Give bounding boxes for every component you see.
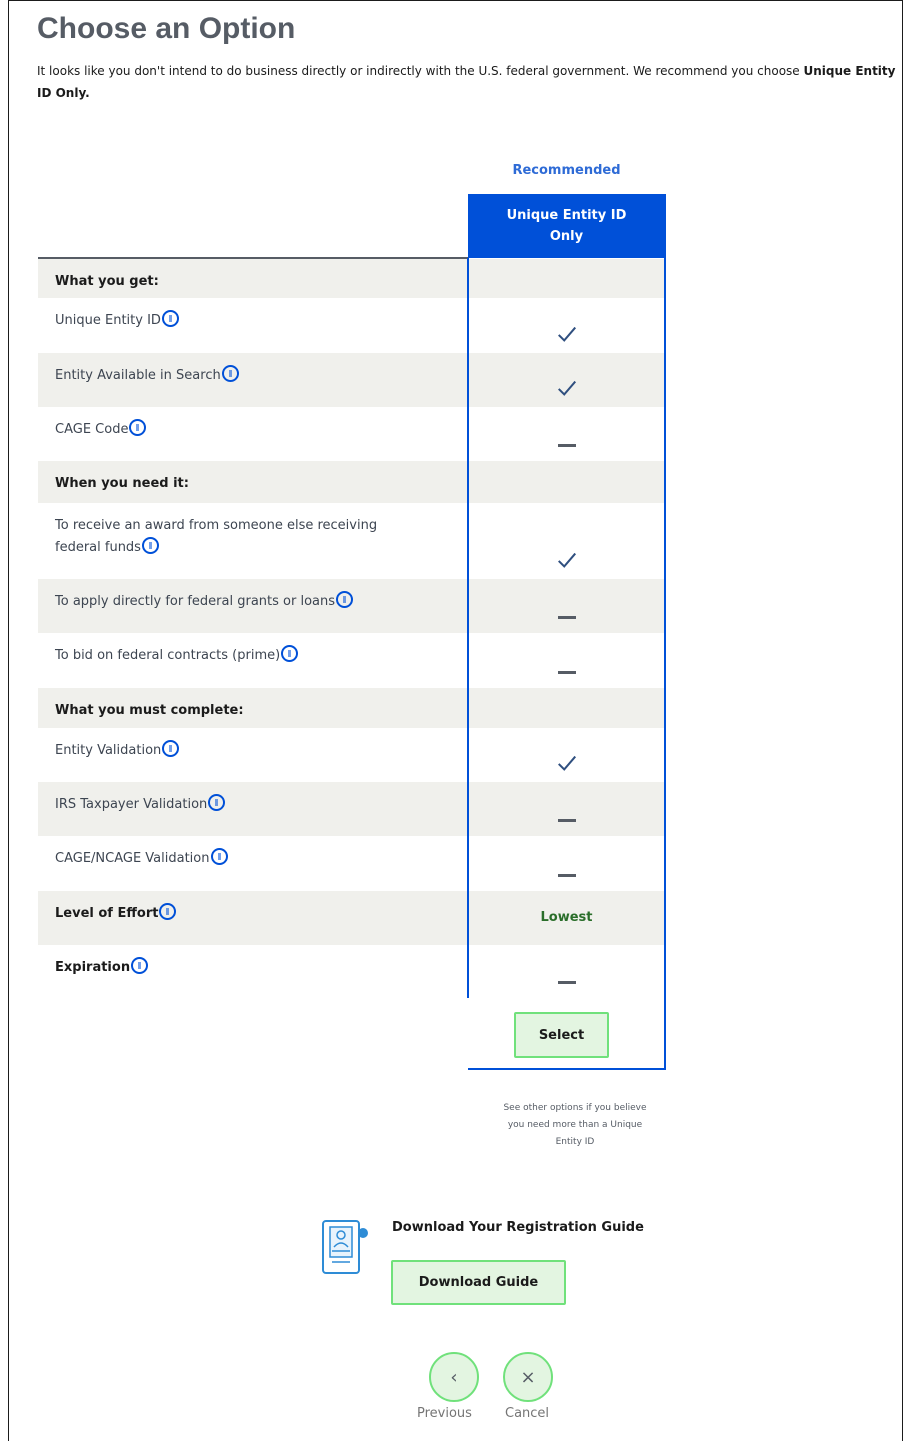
row-label-text: CAGE/NCAGE Validation	[55, 851, 210, 866]
close-icon: ×	[520, 1366, 536, 1388]
column-header: Unique Entity ID Only	[468, 194, 665, 258]
page-title: Choose an Option	[37, 12, 296, 45]
column-header-label: Unique Entity ID Only	[506, 208, 627, 244]
dash-icon	[557, 671, 576, 674]
row-label: CAGE Code	[55, 419, 435, 441]
column-border-bottom	[468, 1068, 666, 1070]
previous-button[interactable]: ‹	[429, 1352, 479, 1402]
row-label-text: Entity Validation	[55, 743, 162, 758]
dash-icon	[557, 819, 576, 822]
check-icon	[557, 552, 576, 568]
table-row-expiration: Expiration	[38, 945, 665, 998]
info-icon[interactable]	[208, 794, 226, 811]
info-icon[interactable]	[141, 537, 159, 554]
registration-guide-icon	[322, 1220, 368, 1274]
row-label-text: Expiration	[55, 960, 131, 975]
row-label-text: Unique Entity ID	[55, 313, 161, 328]
info-icon[interactable]	[159, 903, 177, 920]
row-label: Unique Entity ID	[55, 310, 435, 332]
row-label: To apply directly for federal grants or …	[55, 591, 435, 613]
table-row-irs-validation: IRS Taxpayer Validation	[38, 782, 665, 836]
column-border-left	[467, 258, 469, 998]
row-value	[468, 298, 665, 353]
dash-icon	[557, 444, 576, 447]
effort-value: Lowest	[540, 910, 593, 925]
row-label: To bid on federal contracts (prime)	[55, 645, 435, 667]
table-row-cage-code: CAGE Code	[38, 407, 665, 461]
row-label: Expiration	[55, 957, 435, 979]
row-label: Entity Available in Search	[55, 365, 435, 387]
row-value	[468, 782, 665, 836]
row-label-text: Level of Effort	[55, 906, 159, 921]
table-row-unique-entity-id: Unique Entity ID	[38, 298, 665, 353]
info-icon[interactable]	[221, 365, 239, 382]
table-row-apply-grants: To apply directly for federal grants or …	[38, 579, 665, 633]
table-row-entity-search: Entity Available in Search	[38, 353, 665, 407]
dash-icon	[557, 981, 576, 984]
column-border-right	[664, 194, 666, 1070]
row-label-text: To receive an award from someone else re…	[55, 518, 378, 555]
section-label: What you must complete:	[55, 703, 244, 718]
dash-icon	[557, 874, 576, 877]
section-label: What you get:	[55, 274, 159, 289]
row-value	[468, 836, 665, 891]
row-value	[468, 633, 665, 688]
row-label-text: To bid on federal contracts (prime)	[55, 648, 281, 663]
section-when-you-need-it: When you need it:	[38, 461, 665, 503]
table-row-receive-award: To receive an award from someone else re…	[38, 503, 665, 579]
info-icon[interactable]	[281, 645, 299, 662]
row-value	[468, 353, 665, 407]
row-value	[468, 728, 665, 782]
select-button[interactable]: Select	[514, 1012, 609, 1058]
check-icon	[557, 326, 576, 342]
recommended-label: Recommended	[512, 163, 621, 178]
intro-text: It looks like you don't intend to do bus…	[37, 60, 897, 104]
row-value: Lowest	[468, 891, 665, 945]
row-label-text: Entity Available in Search	[55, 368, 221, 383]
row-label-text: To apply directly for federal grants or …	[55, 594, 335, 609]
chevron-left-icon: ‹	[450, 1366, 458, 1388]
check-icon	[557, 755, 576, 771]
row-label: To receive an award from someone else re…	[55, 515, 415, 559]
info-icon[interactable]	[131, 957, 149, 974]
see-other-options-text[interactable]: See other options if you believe you nee…	[500, 1100, 650, 1151]
section-what-you-must-complete: What you must complete:	[38, 688, 665, 728]
dash-icon	[557, 616, 576, 619]
row-label: Entity Validation	[55, 740, 435, 762]
previous-label[interactable]: Previous	[417, 1406, 472, 1421]
row-label: CAGE/NCAGE Validation	[55, 848, 435, 870]
intro-text-main: It looks like you don't intend to do bus…	[37, 64, 804, 78]
table-row-entity-validation: Entity Validation	[38, 728, 665, 782]
section-label: When you need it:	[55, 476, 189, 491]
table-row-cage-validation: CAGE/NCAGE Validation	[38, 836, 665, 891]
cancel-label[interactable]: Cancel	[505, 1406, 549, 1421]
info-icon[interactable]	[162, 740, 180, 757]
check-icon	[557, 380, 576, 396]
cancel-button[interactable]: ×	[503, 1352, 553, 1402]
info-icon[interactable]	[210, 848, 228, 865]
row-label-text: IRS Taxpayer Validation	[55, 797, 208, 812]
registration-guide-title: Download Your Registration Guide	[392, 1220, 644, 1235]
table-row-bid-contracts: To bid on federal contracts (prime)	[38, 633, 665, 688]
download-guide-button[interactable]: Download Guide	[391, 1260, 566, 1305]
info-icon[interactable]	[129, 419, 147, 436]
row-value	[468, 579, 665, 633]
section-what-you-get: What you get:	[38, 259, 665, 298]
row-value	[468, 407, 665, 461]
row-label-text: CAGE Code	[55, 422, 129, 437]
row-label: Level of Effort	[55, 903, 435, 925]
row-value	[468, 945, 665, 998]
row-label: IRS Taxpayer Validation	[55, 794, 435, 816]
info-icon[interactable]	[161, 310, 179, 327]
row-value	[468, 503, 665, 579]
table-row-level-of-effort: Level of Effort Lowest	[38, 891, 665, 945]
info-icon[interactable]	[336, 591, 353, 608]
